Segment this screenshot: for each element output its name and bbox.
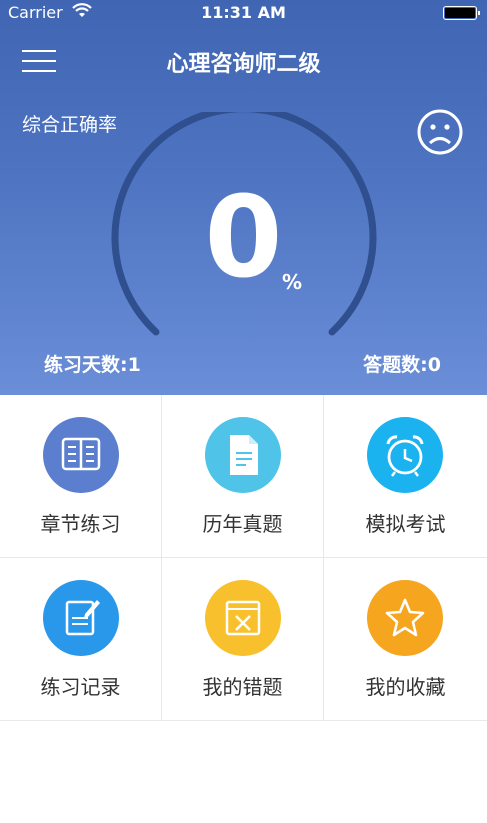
status-bar: Carrier 11:31 AM	[0, 0, 487, 26]
document-icon	[205, 417, 281, 493]
grid-item-label: 我的错题	[202, 675, 283, 699]
grid-item-practice-records[interactable]: 练习记录	[0, 558, 162, 721]
grid-item-mock-exam[interactable]: 模拟考试	[324, 395, 487, 558]
grid-item-favorites[interactable]: 我的收藏	[324, 558, 487, 721]
grid-item-past-exams[interactable]: 历年真题	[162, 395, 324, 558]
answer-count: 答题数:0	[363, 354, 441, 376]
grid-item-wrong-questions[interactable]: 我的错题	[162, 558, 324, 721]
wrong-question-icon	[205, 580, 281, 656]
battery-icon	[443, 6, 480, 20]
practice-days: 练习天数:1	[44, 354, 141, 376]
feature-grid: 章节练习 历年真题 模拟考试 练习记录 我的错题 我的收藏	[0, 395, 487, 721]
alarm-clock-icon	[367, 417, 443, 493]
status-time: 11:31 AM	[201, 3, 286, 22]
star-icon	[367, 580, 443, 656]
accuracy-value: 0	[204, 173, 283, 303]
header-panel: Carrier 11:31 AM 心理咨询师二级 综合正确率 0 % 练习天数:…	[0, 0, 487, 395]
grid-item-label: 章节练习	[40, 512, 121, 536]
grid-item-chapter-practice[interactable]: 章节练习	[0, 395, 162, 558]
grid-item-label: 练习记录	[40, 675, 121, 699]
grid-item-label: 我的收藏	[365, 675, 446, 699]
grid-item-label: 模拟考试	[365, 512, 446, 536]
sad-face-icon	[416, 108, 464, 156]
book-icon	[43, 417, 119, 493]
accuracy-unit: %	[282, 270, 303, 294]
grid-item-label: 历年真题	[202, 512, 283, 536]
edit-note-icon	[43, 580, 119, 656]
accuracy-label: 综合正确率	[22, 114, 118, 136]
page-title: 心理咨询师二级	[166, 52, 321, 77]
